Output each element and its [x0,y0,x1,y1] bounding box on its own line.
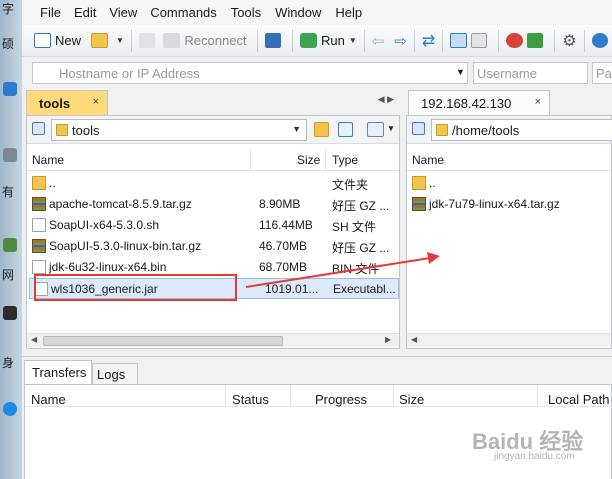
tab-transfers[interactable]: Transfers [24,360,92,384]
desktop-glyph: 硕 [2,37,15,51]
desktop-app-icon[interactable] [3,238,17,252]
annotation-arrow-head [427,252,440,264]
winscp-window: File Edit View Commands Tools Window Hel… [22,0,612,479]
column-divider [290,385,291,407]
annotation-arrow-line [245,257,431,288]
watermark-url: jingyan.baidu.com [494,451,575,462]
desktop-strip: 字 硕 有 网 身 [0,0,22,479]
column-size[interactable]: Size [399,392,424,407]
column-divider [225,385,226,407]
desktop-app-icon[interactable] [3,306,17,320]
column-divider [537,385,538,407]
desktop-app-icon[interactable] [3,402,17,416]
desktop-glyph: 网 [2,268,15,282]
desktop-glyph: 有 [2,185,15,199]
transfer-column-header: Name Status Progress Size Local Path [25,385,611,407]
column-name[interactable]: Name [31,392,66,407]
desktop-app-icon[interactable] [3,148,17,162]
column-divider [393,385,394,407]
column-status[interactable]: Status [232,392,269,407]
column-progress[interactable]: Progress [315,392,367,407]
desktop-glyph: 字 [2,2,15,16]
tab-logs[interactable]: Logs [92,363,138,384]
desktop-glyph: 身 [2,356,15,370]
column-local-path[interactable]: Local Path [548,392,609,407]
desktop-app-icon[interactable] [3,82,17,96]
